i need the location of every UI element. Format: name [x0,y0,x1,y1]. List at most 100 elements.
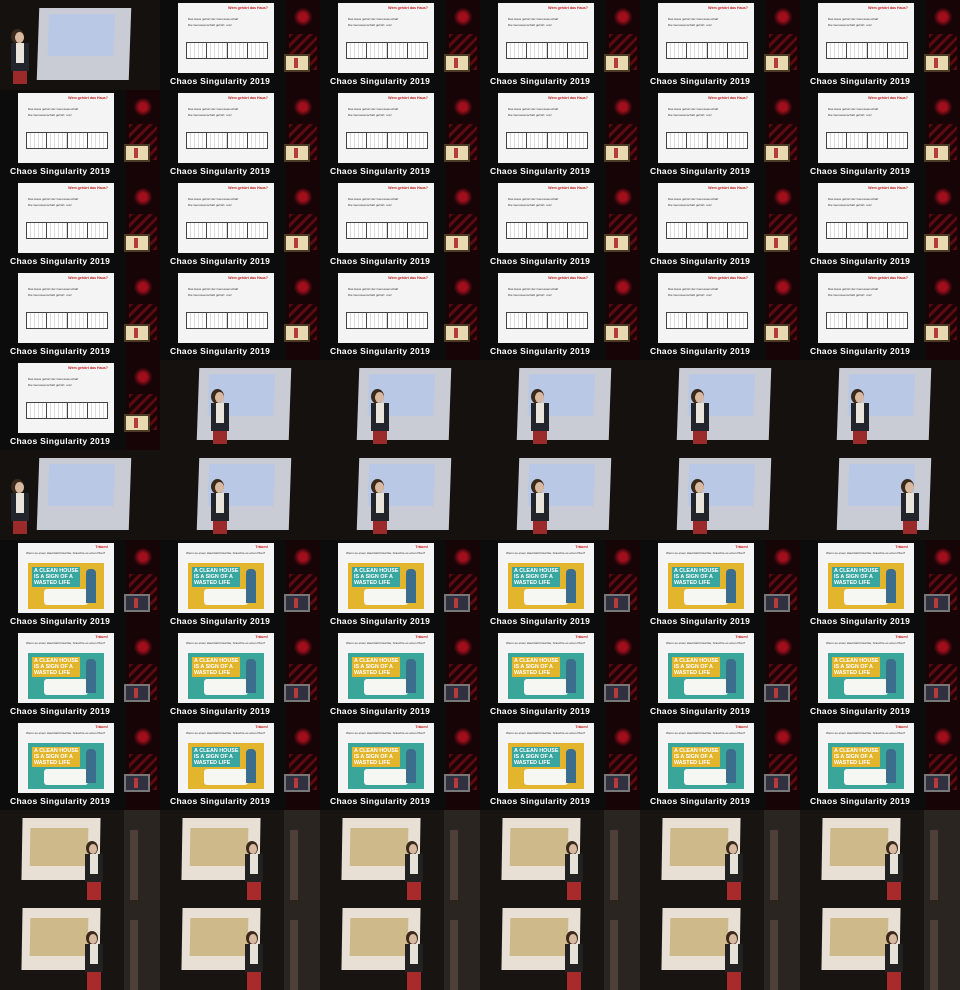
video-thumbnail[interactable] [480,900,640,990]
presenter-shirt [890,854,898,874]
video-thumbnail[interactable] [320,900,480,990]
video-thumbnail[interactable]: Träum! Wenn es einen Haushalt bräuchte, b… [640,720,800,810]
video-thumbnail[interactable]: Wem gehört das Haus? Das Haus gehört der … [640,0,800,90]
video-thumbnail[interactable] [480,450,640,540]
video-thumbnail[interactable]: Wem gehört das Haus? Das Haus gehört der … [160,270,320,360]
video-thumbnail[interactable] [320,360,480,450]
video-thumbnail[interactable]: Wem gehört das Haus? Das Haus gehört der … [640,180,800,270]
video-thumbnail[interactable]: Wem gehört das Haus? Das Haus gehört der … [320,270,480,360]
video-thumbnail[interactable]: Wem gehört das Haus? Das Haus gehört der … [160,90,320,180]
event-banner [286,90,320,180]
comic-panel [87,403,107,418]
video-thumbnail[interactable]: Träum! Wenn es einen Haushalt bräuchte, b… [480,540,640,630]
video-thumbnail[interactable]: Träum! Wenn es einen Haushalt bräuchte, b… [0,720,160,810]
event-banner [766,540,800,630]
video-thumbnail[interactable] [480,360,640,450]
slide-subtitle: Wenn es einen Haushalt bräuchte, bräucht… [26,551,106,555]
video-thumbnail[interactable] [640,900,800,990]
video-thumbnail[interactable]: Wem gehört das Haus? Das Haus gehört der … [0,270,160,360]
video-thumbnail[interactable]: Wem gehört das Haus? Das Haus gehört der … [800,270,960,360]
woman-figure [86,569,96,603]
video-thumbnail[interactable]: Wem gehört das Haus? Das Haus gehört der … [800,90,960,180]
poster-image: A CLEAN HOUSE IS A SIGN OF A WASTED LIFE [188,743,264,789]
comic-panel [67,403,88,418]
video-thumbnail[interactable]: Träum! Wenn es einen Haushalt bräuchte, b… [480,630,640,720]
video-thumbnail[interactable]: Wem gehört das Haus? Das Haus gehört der … [480,270,640,360]
event-caption: Chaos Singularity 2019 [650,796,751,806]
video-thumbnail[interactable] [160,450,320,540]
video-thumbnail[interactable]: Träum! Wenn es einen Haushalt bräuchte, b… [160,540,320,630]
video-thumbnail[interactable]: Wem gehört das Haus? Das Haus gehört der … [480,180,640,270]
hall-wall [124,900,160,990]
slide-title: Träum! [575,635,588,639]
video-thumbnail[interactable]: Träum! Wenn es einen Haushalt bräuchte, b… [0,540,160,630]
video-thumbnail[interactable] [0,450,160,540]
video-thumbnail[interactable] [320,450,480,540]
video-thumbnail[interactable] [800,360,960,450]
video-thumbnail[interactable]: Wem gehört das Haus? Das Haus gehört der … [800,0,960,90]
video-thumbnail[interactable]: Träum! Wenn es einen Haushalt bräuchte, b… [800,540,960,630]
video-thumbnail[interactable]: Träum! Wenn es einen Haushalt bräuchte, b… [480,720,640,810]
slide-title: Wem gehört das Haus? [68,276,108,280]
slide-comic: Wem gehört das Haus? Das Haus gehört der … [818,273,914,343]
projected-slide [669,918,729,956]
event-banner [126,360,160,450]
presenter-shirt [890,944,898,964]
video-thumbnail[interactable] [0,0,160,90]
video-thumbnail[interactable] [160,360,320,450]
video-thumbnail[interactable]: Träum! Wenn es einen Haushalt bräuchte, b… [320,720,480,810]
video-thumbnail[interactable]: Wem gehört das Haus? Das Haus gehört der … [800,180,960,270]
poster-text: A CLEAN HOUSE IS A SIGN OF A WASTED LIFE [352,657,401,677]
video-thumbnail[interactable]: Träum! Wenn es einen Haushalt bräuchte, b… [320,540,480,630]
video-thumbnail[interactable]: Wem gehört das Haus? Das Haus gehört der … [160,0,320,90]
slide-title: Wem gehört das Haus? [548,6,588,10]
video-thumbnail[interactable] [640,360,800,450]
woman-figure [246,659,256,693]
video-thumbnail[interactable] [640,810,800,900]
video-thumbnail[interactable]: Wem gehört das Haus? Das Haus gehört der … [0,360,160,450]
video-thumbnail[interactable] [800,900,960,990]
slide-bullet: Das Haus gehört der Genossenschaft [28,287,79,291]
video-thumbnail[interactable]: Träum! Wenn es einen Haushalt bräuchte, b… [640,630,800,720]
hall-wall [284,810,320,900]
comic-panel [27,223,48,238]
video-thumbnail[interactable]: Träum! Wenn es einen Haushalt bräuchte, b… [160,630,320,720]
video-thumbnail[interactable]: Wem gehört das Haus? Das Haus gehört der … [0,90,160,180]
video-thumbnail[interactable] [160,900,320,990]
event-banner [606,180,640,270]
video-thumbnail[interactable]: Wem gehört das Haus? Das Haus gehört der … [320,0,480,90]
video-thumbnail[interactable] [800,450,960,540]
video-thumbnail[interactable]: Wem gehört das Haus? Das Haus gehört der … [480,90,640,180]
video-thumbnail[interactable]: Wem gehört das Haus? Das Haus gehört der … [640,90,800,180]
video-thumbnail[interactable]: Träum! Wenn es einen Haushalt bräuchte, b… [640,540,800,630]
video-thumbnail[interactable]: Wem gehört das Haus? Das Haus gehört der … [480,0,640,90]
video-thumbnail[interactable] [320,810,480,900]
video-thumbnail[interactable] [160,810,320,900]
video-thumbnail[interactable]: Wem gehört das Haus? Das Haus gehört der … [320,180,480,270]
slide-subtitle: Wenn es einen Haushalt bräuchte, bräucht… [186,731,266,735]
speaker-figure [134,598,138,608]
comic-panel [387,313,408,328]
comic-panel [407,313,427,328]
video-thumbnail[interactable]: Träum! Wenn es einen Haushalt bräuchte, b… [800,720,960,810]
video-thumbnail[interactable] [640,450,800,540]
video-thumbnail[interactable]: Wem gehört das Haus? Das Haus gehört der … [640,270,800,360]
comic-strip [186,132,268,149]
event-caption: Chaos Singularity 2019 [490,166,591,176]
video-thumbnail[interactable] [0,900,160,990]
video-thumbnail[interactable] [480,810,640,900]
video-thumbnail[interactable] [0,810,160,900]
speaker-inset [284,144,310,162]
woman-figure [726,659,736,693]
video-thumbnail[interactable]: Träum! Wenn es einen Haushalt bräuchte, b… [160,720,320,810]
video-thumbnail[interactable]: Träum! Wenn es einen Haushalt bräuchte, b… [0,630,160,720]
speaker-inset [284,324,310,342]
video-thumbnail[interactable]: Träum! Wenn es einen Haushalt bräuchte, b… [800,630,960,720]
projected-slide [189,918,249,956]
video-thumbnail[interactable]: Wem gehört das Haus? Das Haus gehört der … [160,180,320,270]
video-thumbnail[interactable] [800,810,960,900]
comic-panel [567,43,587,58]
video-thumbnail[interactable]: Wem gehört das Haus? Das Haus gehört der … [0,180,160,270]
video-thumbnail[interactable]: Wem gehört das Haus? Das Haus gehört der … [320,90,480,180]
video-thumbnail[interactable]: Träum! Wenn es einen Haushalt bräuchte, b… [320,630,480,720]
